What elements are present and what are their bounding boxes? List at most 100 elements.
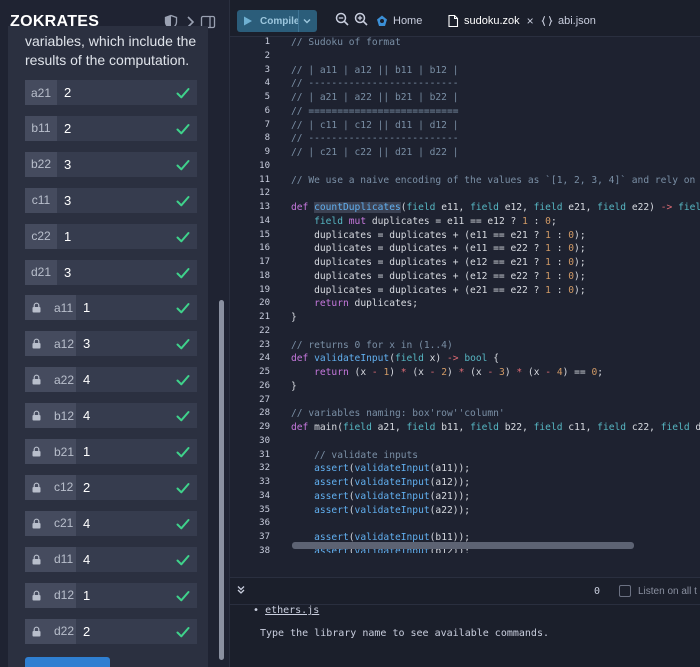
line-number: 1 [264,37,270,47]
lock-icon [32,482,41,493]
sidebar-scrollbar-thumb[interactable] [219,300,224,660]
line-number: 32 [259,463,270,474]
right-pane: Compile Home sudoku.zok × abi.json 1 // … [230,0,700,667]
code-line[interactable]: assert(validateInput(a22)); [291,505,470,516]
variable-name-label: b12 [54,408,75,423]
code-line[interactable]: duplicates = duplicates + (e11 == e21 ? … [291,230,586,241]
zoom-out-icon[interactable] [335,12,349,26]
code-line[interactable]: def main(field a21, field b11, field b22… [291,422,700,433]
code-line[interactable]: // returns 0 for x in (1..4) [291,340,453,351]
code-line[interactable]: // We use a naive encoding of the values… [291,175,700,186]
variable-name: d11 [25,546,76,572]
checkmark-icon [176,626,190,637]
tab-abi[interactable]: abi.json [541,9,596,33]
code-line[interactable]: assert(validateInput(a21)); [291,491,470,502]
variable-value[interactable]: 4 [83,516,90,531]
variable-name: b12 [25,403,76,429]
bottom-action-button[interactable] [25,657,110,667]
code-line[interactable]: // variables naming: box'row''column' [291,408,505,419]
code-line[interactable]: // | a11 | a12 || b11 | b12 | [291,65,459,76]
library-link[interactable]: ethers.js [265,605,319,616]
code-line[interactable]: } [291,312,297,323]
line-number: 2 [264,50,270,61]
line-number: 26 [259,380,270,391]
code-line[interactable]: } [291,381,297,392]
variable-value[interactable]: 4 [83,552,90,567]
variable-value[interactable]: 4 [83,372,90,387]
variable-name: d22 [25,618,76,644]
code-line[interactable]: // | c11 | c12 || d11 | d12 | [291,120,459,131]
code-line[interactable]: // | c21 | c22 || d21 | d22 | [291,147,459,158]
compile-label: Compile [260,15,300,27]
variable-row-b21: b21 1 [25,439,197,464]
variable-value[interactable]: 3 [83,336,90,351]
variable-name-label: c11 [31,193,51,208]
checkmark-icon [176,518,190,530]
variable-value[interactable]: 1 [64,229,71,244]
code-line[interactable]: def validateInput(field x) -> bool { [291,353,499,364]
code-editor[interactable]: 1// Sudoku of format 2 3// | a11 | a12 || … [230,37,700,553]
line-number: 24 [259,353,270,364]
variable-row-a22: a22 4 [25,367,197,393]
variable-name: c11 [25,187,57,213]
code-line[interactable]: return (x - 1) * (x - 2) * (x - 3) * (x … [291,367,603,378]
editor-horizontal-scrollbar[interactable] [292,542,634,549]
checkmark-icon [176,123,190,135]
variable-value[interactable]: 4 [83,408,90,423]
play-icon [244,16,252,26]
code-line[interactable]: def countDuplicates(field e11, field e12… [291,202,700,213]
variable-value[interactable]: 2 [83,480,90,495]
code-line[interactable]: assert(validateInput(a12)); [291,477,470,488]
code-line[interactable]: // | a21 | a22 || b21 | b22 | [291,92,459,103]
line-number: 9 [264,147,270,157]
line-number: 16 [259,243,270,254]
tab-sudoku-label: sudoku.zok [464,15,520,27]
tab-home[interactable]: Home [376,9,422,33]
variable-row-d12: d12 1 [25,582,197,608]
line-number: 31 [259,449,270,460]
variable-value[interactable]: 2 [64,85,71,100]
line-number: 22 [259,325,270,336]
zoom-in-icon[interactable] [354,12,368,26]
listen-checkbox[interactable] [619,585,631,597]
lock-icon [32,626,41,636]
variable-value[interactable]: 3 [64,157,71,172]
close-icon[interactable]: × [527,14,534,28]
code-line[interactable]: // validate inputs [291,450,418,461]
lock-icon [32,590,41,601]
variable-value[interactable]: 2 [64,121,71,136]
line-number: 7 [264,119,270,130]
variable-name-label: a12 [54,336,75,351]
code-line[interactable]: assert(validateInput(a11)); [291,463,470,474]
variable-value[interactable]: 1 [83,300,90,315]
variable-name-label: d22 [54,624,75,638]
variable-value[interactable]: 3 [64,265,71,280]
variable-value[interactable]: 1 [83,444,90,459]
code-line[interactable]: // Sudoku of format [291,37,401,48]
code-line[interactable]: // ========================== [291,106,459,117]
variable-row-b12: b12 4 [25,403,197,429]
code-line[interactable]: // -------------------------- [291,78,459,89]
code-line[interactable]: duplicates = duplicates + (e11 == e22 ? … [291,243,586,254]
code-line[interactable]: return duplicates; [291,298,418,309]
variable-name: b22 [25,151,57,177]
code-line[interactable]: // -------------------------- [291,133,459,144]
variable-name: a21 [25,80,57,105]
home-logo-icon [377,15,387,26]
code-line[interactable]: duplicates = duplicates + (e12 == e22 ? … [291,271,586,282]
tab-sudoku[interactable]: sudoku.zok × [447,9,534,33]
variable-name: b11 [25,115,57,141]
code-line[interactable]: duplicates = duplicates + (e21 == e22 ? … [291,285,586,296]
code-line[interactable]: duplicates = duplicates + (e12 == e21 ? … [291,257,586,268]
line-number: 28 [259,408,270,419]
variable-value[interactable]: 3 [64,193,71,208]
compile-button[interactable]: Compile [237,10,317,32]
variable-row-c11: c11 3 [25,187,197,213]
variable-value[interactable]: 2 [83,624,90,639]
checkmark-icon [176,411,190,422]
double-chevron-down-icon[interactable] [236,585,246,595]
code-line[interactable]: field mut duplicates = e11 == e12 ? 1 : … [291,216,557,227]
variable-value[interactable]: 1 [83,588,90,603]
checkmark-icon [176,267,190,278]
chevron-down-icon[interactable] [302,16,312,26]
